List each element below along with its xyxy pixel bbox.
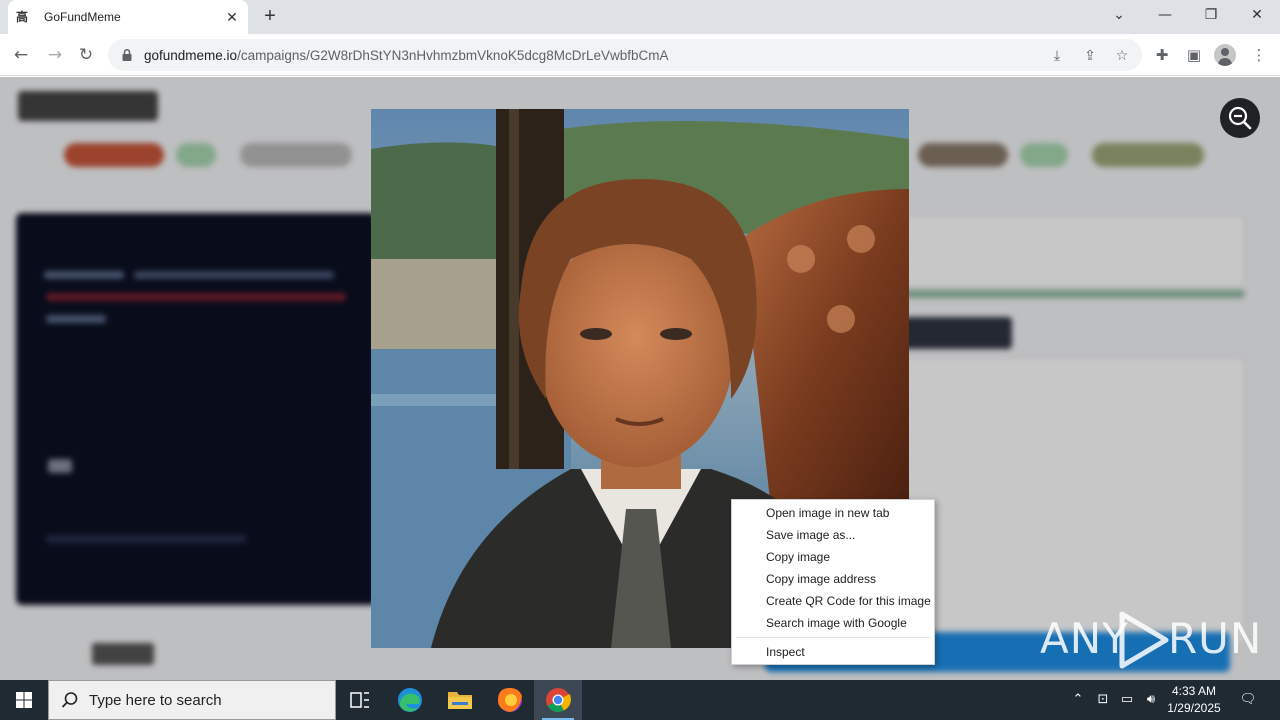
zoom-out-icon: [1228, 106, 1252, 130]
start-button[interactable]: [0, 680, 48, 720]
task-view-icon: [350, 692, 369, 708]
taskbar-edge[interactable]: [386, 680, 434, 720]
menu-copy-image-address[interactable]: Copy image address: [732, 568, 934, 590]
firefox-icon: [498, 688, 522, 712]
tray-device-icon[interactable]: ⊡: [1093, 690, 1113, 710]
system-clock[interactable]: 4:33 AM 1/29/2025: [1160, 683, 1228, 717]
clock-date: 1/29/2025: [1167, 701, 1221, 715]
menu-save-image-as[interactable]: Save image as...: [732, 524, 934, 546]
search-placeholder: Type here to search: [89, 691, 222, 709]
clock-time: 4:33 AM: [1171, 684, 1217, 698]
anyrun-watermark: ANY RUN: [1040, 610, 1261, 670]
bookmark-star-icon[interactable]: ☆: [1113, 47, 1131, 65]
windows-logo-icon: [16, 692, 32, 708]
browser-tab[interactable]: 高 GoFundMeme ✕: [8, 0, 248, 34]
menu-separator: [736, 637, 930, 638]
volume-icon[interactable]: 🔊︎: [1141, 690, 1161, 710]
tab-close-icon[interactable]: ✕: [224, 9, 240, 25]
tab-favicon-icon: 高: [16, 10, 29, 24]
menu-open-image-new-tab[interactable]: Open image in new tab: [732, 502, 934, 524]
folder-icon: [448, 692, 472, 709]
extensions-icon[interactable]: ✚: [1151, 44, 1173, 66]
menu-inspect[interactable]: Inspect: [732, 641, 934, 663]
url-host: gofundmeme.io: [144, 47, 238, 63]
menu-copy-image[interactable]: Copy image: [732, 546, 934, 568]
url-path: /campaigns/G2W8rDhStYN3nHvhmzbmVknoK5dcg…: [237, 47, 669, 63]
menu-search-image-google[interactable]: Search image with Google: [732, 612, 934, 634]
watermark-text-right: RUN: [1168, 614, 1263, 663]
network-icon[interactable]: ▭: [1117, 690, 1137, 710]
reload-button[interactable]: ↻: [73, 42, 99, 68]
zoom-out-button[interactable]: [1220, 98, 1260, 138]
install-app-icon[interactable]: ⤓: [1048, 47, 1066, 65]
restore-button[interactable]: ❐: [1188, 0, 1234, 30]
tray-chevron-icon[interactable]: ⌃: [1068, 690, 1088, 710]
minimize-button[interactable]: —: [1142, 0, 1188, 30]
taskbar-chrome[interactable]: [534, 680, 582, 720]
taskbar-file-explorer[interactable]: [436, 680, 484, 720]
chrome-icon: [546, 688, 571, 713]
new-tab-button[interactable]: +: [258, 5, 282, 29]
task-view-button[interactable]: [336, 680, 384, 720]
windows-taskbar: Type here to search ⌃ ⊡ ▭ 🔊︎ 4:33 AM 1/2…: [0, 680, 1280, 720]
back-button[interactable]: ←: [8, 42, 34, 68]
lock-icon[interactable]: [120, 48, 134, 62]
taskbar-search-box[interactable]: Type here to search: [48, 680, 336, 720]
share-icon[interactable]: ⇪: [1081, 47, 1099, 65]
edge-icon: [398, 688, 422, 712]
browser-titlebar: 高 GoFundMeme ✕ + ⌄ — ❐ ✕: [0, 0, 1280, 34]
tab-title: GoFundMeme: [44, 10, 121, 24]
browser-toolbar: ← → ↻ gofundmeme.io/campaigns/G2W8rDhStY…: [0, 34, 1280, 76]
notification-icon[interactable]: 🗨︎: [1238, 690, 1258, 710]
side-panel-icon[interactable]: ▣: [1183, 44, 1205, 66]
search-icon: [61, 692, 78, 708]
close-window-button[interactable]: ✕: [1234, 0, 1280, 30]
address-bar[interactable]: gofundmeme.io/campaigns/G2W8rDhStYN3nHvh…: [108, 39, 1142, 71]
context-menu: Open image in new tab Save image as... C…: [731, 499, 935, 665]
play-logo-icon: [1119, 611, 1169, 669]
tab-search-icon[interactable]: ⌄: [1096, 0, 1142, 30]
chrome-menu-icon[interactable]: ⋮: [1248, 44, 1270, 66]
url-text[interactable]: gofundmeme.io/campaigns/G2W8rDhStYN3nHvh…: [144, 48, 668, 63]
menu-create-qr-code[interactable]: Create QR Code for this image: [732, 590, 934, 612]
taskbar-firefox[interactable]: [486, 680, 534, 720]
profile-avatar-icon[interactable]: [1214, 44, 1236, 66]
forward-button[interactable]: →: [42, 42, 68, 68]
